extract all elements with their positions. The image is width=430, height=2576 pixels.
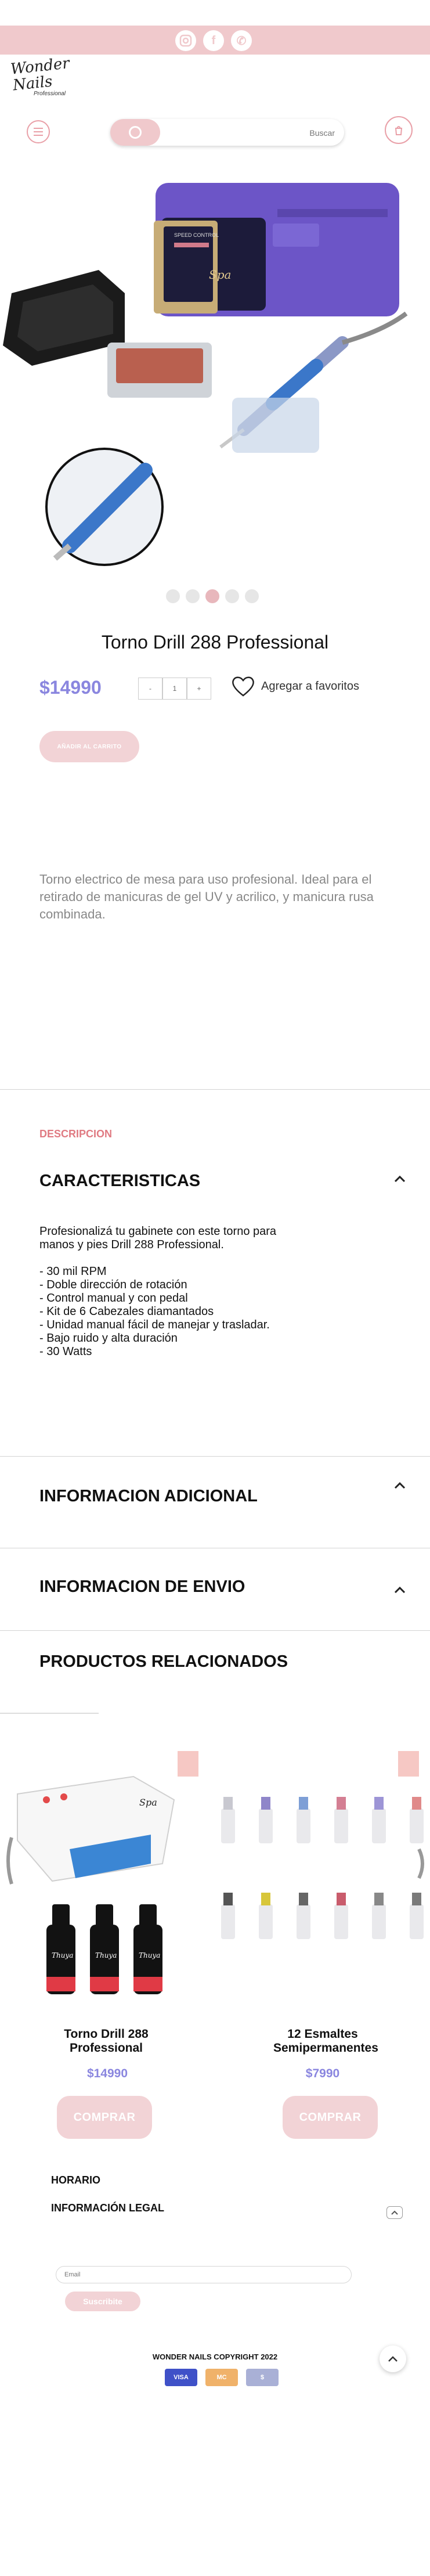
social-links: f ✆ bbox=[175, 30, 252, 51]
related-product-card[interactable]: Spa Thuya Thuya Thuya Torno Drill 288 Pr… bbox=[0, 1742, 215, 2148]
menu-button[interactable] bbox=[27, 120, 50, 143]
cart-icon bbox=[395, 126, 403, 135]
copyright-text: WONDER NAILS COPYRIGHT 2022 bbox=[152, 2352, 278, 2361]
svg-text:Thuya: Thuya bbox=[139, 1951, 160, 1959]
svg-text:Thuya: Thuya bbox=[95, 1951, 117, 1959]
buy-button[interactable]: COMPRAR bbox=[283, 2096, 378, 2139]
divider bbox=[0, 1630, 430, 1631]
related-products-title: PRODUCTOS RELACIONADOS bbox=[39, 1652, 288, 1671]
characteristics-title[interactable]: CARACTERISTICAS bbox=[39, 1172, 200, 1191]
quantity-stepper: - 1 + bbox=[138, 678, 211, 700]
cash-icon: $ bbox=[246, 2369, 279, 2386]
chevron-up-icon[interactable] bbox=[386, 2206, 403, 2219]
mastercard-icon: MC bbox=[205, 2369, 238, 2386]
chevron-up-icon[interactable] bbox=[393, 1584, 406, 1597]
tab-description[interactable]: DESCRIPCION bbox=[39, 1128, 112, 1140]
chevron-up-icon[interactable] bbox=[393, 1479, 406, 1492]
logo[interactable]: Wonder Nails Professional bbox=[10, 55, 74, 111]
product-description: Torno electrico de mesa para uso profesi… bbox=[39, 872, 374, 921]
quantity-value[interactable]: 1 bbox=[162, 678, 187, 700]
search-bar bbox=[110, 119, 344, 146]
gallery-dots bbox=[166, 589, 259, 603]
instagram-icon[interactable] bbox=[175, 30, 196, 51]
product-price: $14990 bbox=[39, 677, 102, 698]
footer-legal-link[interactable]: INFORMACIÓN LEGAL bbox=[51, 2202, 164, 2214]
svg-text:SPEED CONTROL: SPEED CONTROL bbox=[174, 232, 219, 238]
footer-hours-link[interactable]: HORARIO bbox=[51, 2174, 100, 2186]
chevron-up-icon bbox=[388, 2356, 398, 2362]
gallery-dot[interactable] bbox=[205, 589, 219, 603]
divider bbox=[0, 1089, 430, 1090]
gallery-dot[interactable] bbox=[225, 589, 239, 603]
related-product-name: 12 Esmaltes Semipermanentes bbox=[273, 2027, 378, 2055]
product-title: Torno Drill 288 Professional bbox=[101, 632, 329, 653]
quantity-minus-button[interactable]: - bbox=[138, 678, 162, 700]
gallery-dot[interactable] bbox=[166, 589, 180, 603]
svg-text:Thuya: Thuya bbox=[52, 1951, 73, 1959]
search-icon[interactable] bbox=[110, 119, 160, 146]
add-to-cart-button[interactable]: AÑADIR AL CARRITO bbox=[39, 731, 139, 762]
favorites-label: Agregar a favoritos bbox=[261, 679, 359, 693]
additional-info-title[interactable]: INFORMACION ADICIONAL bbox=[39, 1487, 258, 1506]
email-field[interactable] bbox=[56, 2266, 352, 2283]
related-product-image bbox=[221, 1797, 424, 1939]
divider bbox=[0, 1456, 430, 1457]
add-to-favorites[interactable]: Agregar a favoritos bbox=[231, 675, 359, 697]
visa-icon: VISA bbox=[165, 2369, 197, 2386]
related-product-price: $14990 bbox=[86, 2067, 128, 2080]
shipping-info-title[interactable]: INFORMACION DE ENVIO bbox=[39, 1577, 245, 1597]
heart-icon bbox=[232, 676, 254, 697]
facebook-icon[interactable]: f bbox=[203, 30, 224, 51]
scroll-to-top-button[interactable] bbox=[380, 2346, 406, 2372]
section-underline bbox=[0, 1713, 99, 1714]
gallery-dot[interactable] bbox=[245, 589, 259, 603]
svg-text:Spa: Spa bbox=[209, 268, 231, 282]
payment-methods: VISA MC $ bbox=[165, 2369, 279, 2386]
related-product-price: $7990 bbox=[305, 2067, 340, 2080]
related-product-card[interactable]: 12 Esmaltes Semipermanentes $7990 COMPRA… bbox=[215, 1742, 430, 2148]
chevron-up-icon[interactable] bbox=[393, 1173, 406, 1186]
characteristics-body: Profesionalizá tu gabinete con este torn… bbox=[39, 1225, 277, 1358]
svg-text:Spa: Spa bbox=[139, 1797, 157, 1808]
gallery-dot[interactable] bbox=[186, 589, 200, 603]
quantity-plus-button[interactable]: + bbox=[187, 678, 211, 700]
buy-button[interactable]: COMPRAR bbox=[57, 2096, 152, 2139]
search-input[interactable] bbox=[168, 124, 336, 142]
related-product-name: Torno Drill 288 Professional bbox=[64, 2027, 149, 2055]
whatsapp-icon[interactable]: ✆ bbox=[231, 30, 252, 51]
cart-button[interactable] bbox=[385, 116, 413, 144]
subscribe-button[interactable]: Suscribite bbox=[65, 2292, 140, 2311]
product-image: SPEED CONTROL Spa bbox=[3, 183, 408, 566]
related-product-image: Spa Thuya Thuya Thuya bbox=[17, 1775, 175, 1994]
